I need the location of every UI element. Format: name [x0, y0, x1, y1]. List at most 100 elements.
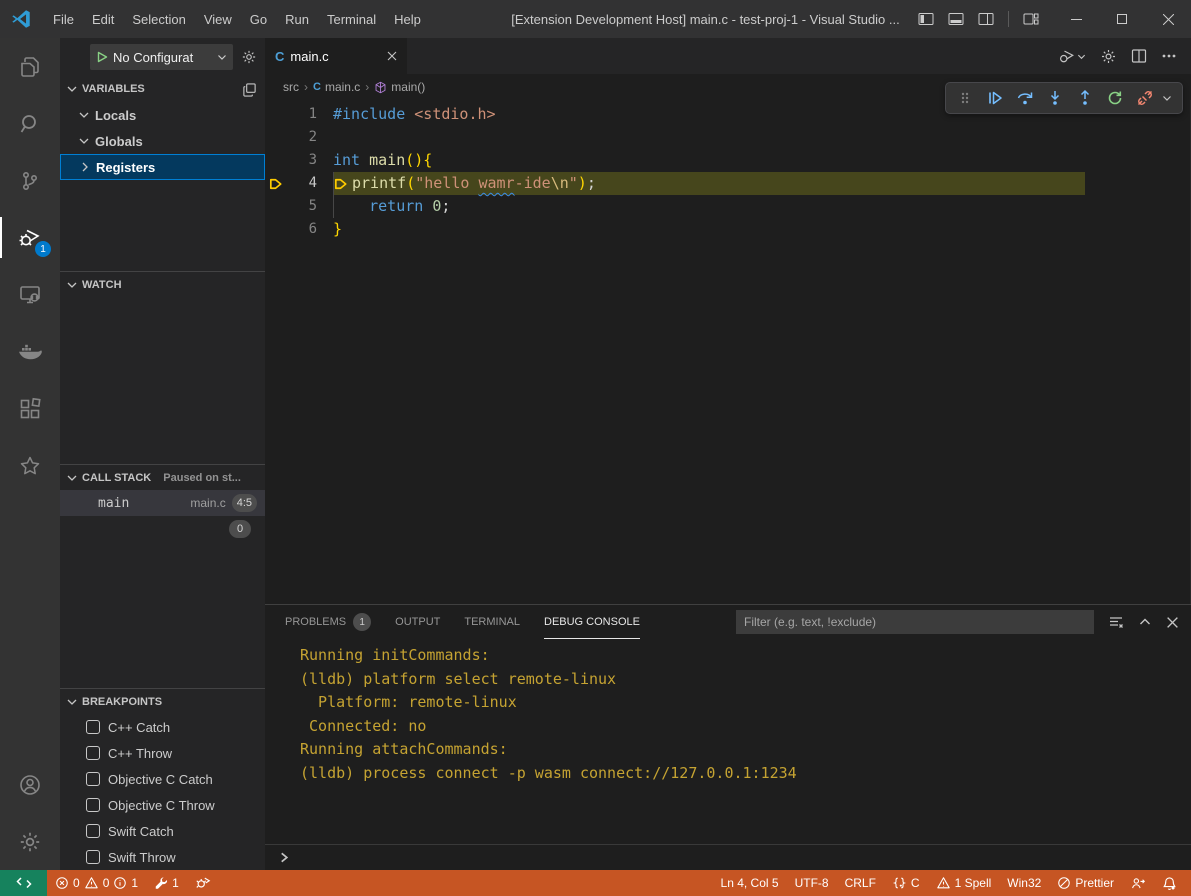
source-control-icon[interactable]: [0, 152, 60, 209]
step-into-button[interactable]: [1042, 85, 1068, 111]
platform-status[interactable]: Win32: [999, 870, 1049, 896]
cursor-position[interactable]: Ln 4, Col 5: [713, 870, 787, 896]
explorer-icon[interactable]: [0, 38, 60, 95]
breakpoint-margin[interactable]: [265, 126, 287, 149]
settings-gear-icon[interactable]: [0, 813, 60, 870]
thread-row[interactable]: 0: [60, 516, 265, 542]
maximize-panel-icon[interactable]: [1138, 615, 1152, 629]
restart-button[interactable]: [1102, 85, 1128, 111]
close-tab-icon[interactable]: [387, 51, 397, 61]
checkbox[interactable]: [86, 798, 100, 812]
continue-button[interactable]: [982, 85, 1008, 111]
debug-status[interactable]: [187, 870, 219, 896]
console-input[interactable]: [265, 844, 1191, 870]
search-icon[interactable]: [0, 95, 60, 152]
spell-checker-status[interactable]: 1 Spell: [928, 870, 1000, 896]
language-mode[interactable]: C: [884, 870, 928, 896]
code-line[interactable]: 6}: [265, 218, 1190, 241]
code-line[interactable]: 5 return 0;: [265, 195, 1190, 218]
code-line[interactable]: 4printf("hello wamr-ide\n");: [265, 172, 1190, 195]
checkbox[interactable]: [86, 746, 100, 760]
breakpoint-margin[interactable]: [265, 195, 287, 218]
split-editor-icon[interactable]: [1131, 48, 1147, 64]
code-editor[interactable]: 1#include <stdio.h>23int main(){4printf(…: [265, 100, 1191, 604]
breadcrumb-symbol[interactable]: main(): [374, 80, 425, 94]
stack-frame-row[interactable]: main main.c 4:5: [60, 490, 265, 516]
menu-run[interactable]: Run: [276, 0, 318, 38]
menu-edit[interactable]: Edit: [83, 0, 123, 38]
breadcrumb-src[interactable]: src: [283, 80, 299, 94]
encoding[interactable]: UTF-8: [787, 870, 837, 896]
formatter-status[interactable]: Prettier: [1049, 870, 1122, 896]
run-and-debug-icon[interactable]: 1: [0, 209, 60, 266]
breakpoint-row[interactable]: Swift Throw: [60, 844, 265, 870]
toggle-panel-icon[interactable]: [948, 11, 964, 27]
breakpoint-row[interactable]: C++ Throw: [60, 740, 265, 766]
breakpoint-row[interactable]: Swift Catch: [60, 818, 265, 844]
star-icon[interactable]: [0, 437, 60, 494]
toggle-secondary-sidebar-icon[interactable]: [978, 11, 994, 27]
close-panel-icon[interactable]: [1166, 616, 1179, 629]
tab-main-c[interactable]: C main.c: [265, 38, 407, 74]
editor-settings-gear-icon[interactable]: [1100, 48, 1117, 65]
launch-settings-gear-icon[interactable]: [241, 49, 257, 65]
breadcrumb-file[interactable]: C main.c: [313, 80, 360, 94]
tab-output[interactable]: OUTPUT: [395, 605, 440, 639]
tab-terminal[interactable]: TERMINAL: [464, 605, 520, 639]
menu-view[interactable]: View: [195, 0, 241, 38]
toolbar-drag-handle[interactable]: [952, 85, 978, 111]
more-actions-icon[interactable]: [1161, 48, 1177, 64]
variables-scope-globals[interactable]: Globals: [60, 128, 265, 154]
accounts-icon[interactable]: [0, 756, 60, 813]
variables-scope-registers[interactable]: Registers: [60, 154, 265, 180]
checkbox[interactable]: [86, 850, 100, 864]
checkbox[interactable]: [86, 824, 100, 838]
remote-explorer-icon[interactable]: [0, 266, 60, 323]
code-line[interactable]: 3int main(){: [265, 149, 1190, 172]
breakpoint-margin[interactable]: [265, 149, 287, 172]
notifications-bell[interactable]: [1154, 870, 1185, 896]
tab-problems[interactable]: PROBLEMS 1: [285, 605, 371, 639]
debug-configuration-dropdown[interactable]: No Configurat: [90, 44, 233, 70]
step-over-button[interactable]: [1012, 85, 1038, 111]
start-debug-icon[interactable]: [96, 51, 108, 63]
checkbox[interactable]: [86, 720, 100, 734]
breakpoint-row[interactable]: C++ Catch: [60, 714, 265, 740]
watch-section-header[interactable]: WATCH: [60, 271, 265, 297]
menu-terminal[interactable]: Terminal: [318, 0, 385, 38]
breakpoint-margin[interactable]: [265, 218, 287, 241]
current-frame-arrow-icon[interactable]: [265, 172, 287, 195]
variables-section-header[interactable]: VARIABLES: [60, 76, 265, 102]
tab-debug-console[interactable]: DEBUG CONSOLE: [544, 605, 640, 639]
clear-console-icon[interactable]: [1108, 614, 1124, 630]
close-button[interactable]: [1145, 0, 1191, 38]
menu-help[interactable]: Help: [385, 0, 430, 38]
variables-scope-locals[interactable]: Locals: [60, 102, 265, 128]
tools-status[interactable]: 1: [146, 870, 187, 896]
checkbox[interactable]: [86, 772, 100, 786]
feedback-button[interactable]: [1122, 870, 1154, 896]
disconnect-button[interactable]: [1132, 85, 1158, 111]
console-filter-input[interactable]: [736, 610, 1094, 634]
call-stack-section-header[interactable]: CALL STACK Paused on st...: [60, 464, 265, 490]
eol-sequence[interactable]: CRLF: [837, 870, 884, 896]
breakpoint-margin[interactable]: [265, 103, 287, 126]
breakpoint-row[interactable]: Objective C Catch: [60, 766, 265, 792]
copy-icon[interactable]: [242, 82, 257, 97]
docker-icon[interactable]: [0, 323, 60, 380]
remote-indicator[interactable]: [0, 870, 47, 896]
code-line[interactable]: 2: [265, 126, 1190, 149]
step-out-button[interactable]: [1072, 85, 1098, 111]
debug-session-chevron-icon[interactable]: [1162, 93, 1176, 103]
menu-file[interactable]: File: [44, 0, 83, 38]
menu-selection[interactable]: Selection: [123, 0, 194, 38]
breakpoints-section-header[interactable]: BREAKPOINTS: [60, 688, 265, 714]
problems-status[interactable]: 0 0 1: [47, 870, 146, 896]
minimize-button[interactable]: [1053, 0, 1099, 38]
extensions-icon[interactable]: [0, 380, 60, 437]
customize-layout-icon[interactable]: [1023, 11, 1039, 27]
menu-go[interactable]: Go: [241, 0, 276, 38]
run-debug-file-button[interactable]: [1057, 47, 1086, 65]
maximize-button[interactable]: [1099, 0, 1145, 38]
toggle-sidebar-icon[interactable]: [918, 11, 934, 27]
